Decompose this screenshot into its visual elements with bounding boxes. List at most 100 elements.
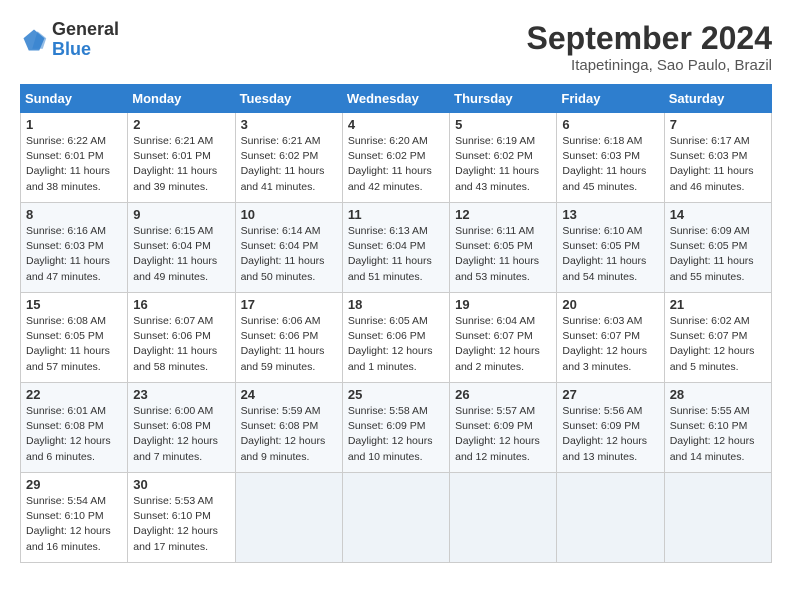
day-info: Sunrise: 5:58 AMSunset: 6:09 PMDaylight:… — [348, 405, 433, 463]
day-number: 1 — [26, 117, 122, 132]
location-subtitle: Itapetininga, Sao Paulo, Brazil — [527, 57, 772, 74]
week-row-2: 8 Sunrise: 6:16 AMSunset: 6:03 PMDaylight… — [21, 203, 772, 293]
day-cell: 7Sunrise: 6:17 AMSunset: 6:03 PMDaylight… — [664, 113, 771, 203]
day-cell: 25 Sunrise: 5:58 AMSunset: 6:09 PMDayligh… — [342, 383, 449, 473]
day-number: 6 — [562, 117, 658, 132]
day-info: Sunrise: 6:01 AMSunset: 6:08 PMDaylight:… — [26, 405, 111, 463]
day-info: Sunrise: 6:02 AMSunset: 6:07 PMDaylight:… — [670, 315, 755, 373]
week-row-4: 22 Sunrise: 6:01 AMSunset: 6:08 PMDayligh… — [21, 383, 772, 473]
day-cell: 1 Sunrise: 6:22 AMSunset: 6:01 PMDaylight… — [21, 113, 128, 203]
day-number: 8 — [26, 207, 122, 222]
day-cell: 5 Sunrise: 6:19 AMSunset: 6:02 PMDaylight… — [450, 113, 557, 203]
day-cell — [235, 473, 342, 563]
day-info: Sunrise: 6:21 AMSunset: 6:02 PMDaylight:… — [241, 135, 325, 193]
day-cell: 24Sunrise: 5:59 AMSunset: 6:08 PMDayligh… — [235, 383, 342, 473]
day-info: Sunrise: 6:14 AMSunset: 6:04 PMDaylight:… — [241, 225, 325, 283]
day-cell: 23 Sunrise: 6:00 AMSunset: 6:08 PMDayligh… — [128, 383, 235, 473]
day-number: 12 — [455, 207, 551, 222]
day-info: Sunrise: 5:54 AMSunset: 6:10 PMDaylight:… — [26, 495, 111, 553]
day-number: 17 — [241, 297, 337, 312]
day-cell: 9Sunrise: 6:15 AMSunset: 6:04 PMDaylight… — [128, 203, 235, 293]
day-cell: 14 Sunrise: 6:09 AMSunset: 6:05 PMDayligh… — [664, 203, 771, 293]
day-cell: 6Sunrise: 6:18 AMSunset: 6:03 PMDaylight… — [557, 113, 664, 203]
day-cell: 29 Sunrise: 5:54 AMSunset: 6:10 PMDayligh… — [21, 473, 128, 563]
day-info: Sunrise: 6:03 AMSunset: 6:07 PMDaylight:… — [562, 315, 647, 373]
day-cell: 27 Sunrise: 5:56 AMSunset: 6:09 PMDayligh… — [557, 383, 664, 473]
day-cell: 20 Sunrise: 6:03 AMSunset: 6:07 PMDayligh… — [557, 293, 664, 383]
day-cell: 22 Sunrise: 6:01 AMSunset: 6:08 PMDayligh… — [21, 383, 128, 473]
day-number: 15 — [26, 297, 122, 312]
day-info: Sunrise: 6:08 AMSunset: 6:05 PMDaylight:… — [26, 315, 110, 373]
day-info: Sunrise: 6:20 AMSunset: 6:02 PMDaylight:… — [348, 135, 432, 193]
day-cell: 19Sunrise: 6:04 AMSunset: 6:07 PMDayligh… — [450, 293, 557, 383]
day-info: Sunrise: 6:19 AMSunset: 6:02 PMDaylight:… — [455, 135, 539, 193]
day-number: 24 — [241, 387, 337, 402]
day-number: 11 — [348, 207, 444, 222]
week-row-1: 1 Sunrise: 6:22 AMSunset: 6:01 PMDaylight… — [21, 113, 772, 203]
day-info: Sunrise: 6:09 AMSunset: 6:05 PMDaylight:… — [670, 225, 754, 283]
header-monday: Monday — [128, 85, 235, 113]
day-info: Sunrise: 6:16 AMSunset: 6:03 PMDaylight:… — [26, 225, 110, 283]
header-thursday: Thursday — [450, 85, 557, 113]
day-info: Sunrise: 6:07 AMSunset: 6:06 PMDaylight:… — [133, 315, 217, 373]
day-number: 22 — [26, 387, 122, 402]
day-number: 20 — [562, 297, 658, 312]
day-cell: 30 Sunrise: 5:53 AMSunset: 6:10 PMDayligh… — [128, 473, 235, 563]
day-number: 25 — [348, 387, 444, 402]
day-cell: 11 Sunrise: 6:13 AMSunset: 6:04 PMDayligh… — [342, 203, 449, 293]
week-row-3: 15 Sunrise: 6:08 AMSunset: 6:05 PMDayligh… — [21, 293, 772, 383]
day-info: Sunrise: 6:00 AMSunset: 6:08 PMDaylight:… — [133, 405, 218, 463]
day-info: Sunrise: 6:05 AMSunset: 6:06 PMDaylight:… — [348, 315, 433, 373]
day-number: 14 — [670, 207, 766, 222]
logo-general: General — [52, 19, 119, 39]
day-info: Sunrise: 6:10 AMSunset: 6:05 PMDaylight:… — [562, 225, 646, 283]
day-cell: 4 Sunrise: 6:20 AMSunset: 6:02 PMDaylight… — [342, 113, 449, 203]
day-cell: 12 Sunrise: 6:11 AMSunset: 6:05 PMDayligh… — [450, 203, 557, 293]
logo-blue: Blue — [52, 39, 91, 59]
day-number: 21 — [670, 297, 766, 312]
day-cell: 21 Sunrise: 6:02 AMSunset: 6:07 PMDayligh… — [664, 293, 771, 383]
day-cell — [450, 473, 557, 563]
day-cell: 16 Sunrise: 6:07 AMSunset: 6:06 PMDayligh… — [128, 293, 235, 383]
day-cell — [557, 473, 664, 563]
day-info: Sunrise: 5:56 AMSunset: 6:09 PMDaylight:… — [562, 405, 647, 463]
header-wednesday: Wednesday — [342, 85, 449, 113]
header-tuesday: Tuesday — [235, 85, 342, 113]
day-cell: 13 Sunrise: 6:10 AMSunset: 6:05 PMDayligh… — [557, 203, 664, 293]
day-number: 18 — [348, 297, 444, 312]
day-info: Sunrise: 6:11 AMSunset: 6:05 PMDaylight:… — [455, 225, 539, 283]
day-number: 16 — [133, 297, 229, 312]
day-number: 9 — [133, 207, 229, 222]
day-cell: 26Sunrise: 5:57 AMSunset: 6:09 PMDayligh… — [450, 383, 557, 473]
calendar-header-row: SundayMondayTuesdayWednesdayThursdayFrid… — [21, 85, 772, 113]
day-cell — [664, 473, 771, 563]
day-number: 2 — [133, 117, 229, 132]
day-info: Sunrise: 6:22 AMSunset: 6:01 PMDaylight:… — [26, 135, 110, 193]
day-info: Sunrise: 5:57 AMSunset: 6:09 PMDaylight:… — [455, 405, 540, 463]
week-row-5: 29 Sunrise: 5:54 AMSunset: 6:10 PMDayligh… — [21, 473, 772, 563]
day-number: 28 — [670, 387, 766, 402]
day-number: 5 — [455, 117, 551, 132]
day-cell: 10Sunrise: 6:14 AMSunset: 6:04 PMDayligh… — [235, 203, 342, 293]
day-cell: 28Sunrise: 5:55 AMSunset: 6:10 PMDayligh… — [664, 383, 771, 473]
day-number: 30 — [133, 477, 229, 492]
month-title: September 2024 — [527, 20, 772, 57]
day-number: 3 — [241, 117, 337, 132]
day-number: 27 — [562, 387, 658, 402]
day-info: Sunrise: 6:17 AMSunset: 6:03 PMDaylight:… — [670, 135, 754, 193]
day-number: 13 — [562, 207, 658, 222]
calendar-table: SundayMondayTuesdayWednesdayThursdayFrid… — [20, 84, 772, 563]
page-header: General Blue September 2024 Itapetininga… — [20, 20, 772, 74]
day-number: 29 — [26, 477, 122, 492]
day-info: Sunrise: 6:13 AMSunset: 6:04 PMDaylight:… — [348, 225, 432, 283]
header-friday: Friday — [557, 85, 664, 113]
logo-icon — [20, 26, 48, 54]
logo-text: General Blue — [52, 20, 119, 60]
day-number: 4 — [348, 117, 444, 132]
day-info: Sunrise: 5:53 AMSunset: 6:10 PMDaylight:… — [133, 495, 218, 553]
day-info: Sunrise: 6:06 AMSunset: 6:06 PMDaylight:… — [241, 315, 325, 373]
day-cell: 15 Sunrise: 6:08 AMSunset: 6:05 PMDayligh… — [21, 293, 128, 383]
day-cell: 8 Sunrise: 6:16 AMSunset: 6:03 PMDaylight… — [21, 203, 128, 293]
header-saturday: Saturday — [664, 85, 771, 113]
day-number: 23 — [133, 387, 229, 402]
